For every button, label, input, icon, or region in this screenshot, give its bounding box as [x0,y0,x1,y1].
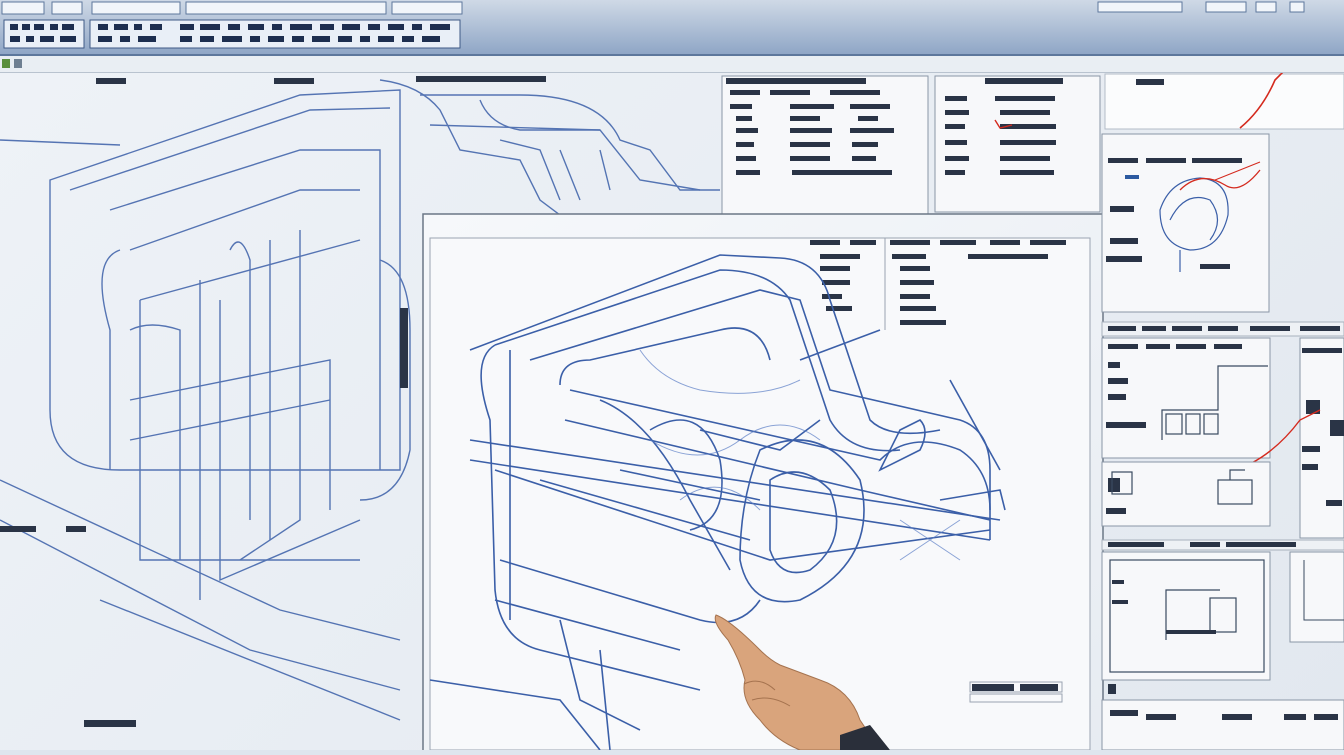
toolbar-button-icon[interactable] [391,1,463,15]
right-side-panels [1101,133,1344,751]
toolbar-button-icon[interactable] [51,1,83,15]
drawing-workspace[interactable] [0,54,1344,755]
toolbar-button-icon[interactable] [91,1,181,15]
reference-panel-top-right [1104,54,1344,130]
toolbar-button-icon[interactable] [1,1,45,15]
layer-icon[interactable] [2,59,10,68]
toolbar-button-icon[interactable] [1205,1,1247,13]
toolbar-button-icon[interactable] [185,1,387,15]
status-strip [0,56,1344,73]
toolbar-button-icon[interactable] [1255,1,1277,13]
toolbar-button-icon[interactable] [1097,1,1183,13]
main-toolbar [0,0,1344,56]
toolbar-button-icon[interactable] [1289,1,1305,13]
toolbar-icons [1,1,1305,49]
spec-panel-top [721,75,1101,215]
cad-sketch-canvas[interactable] [0,54,1344,755]
